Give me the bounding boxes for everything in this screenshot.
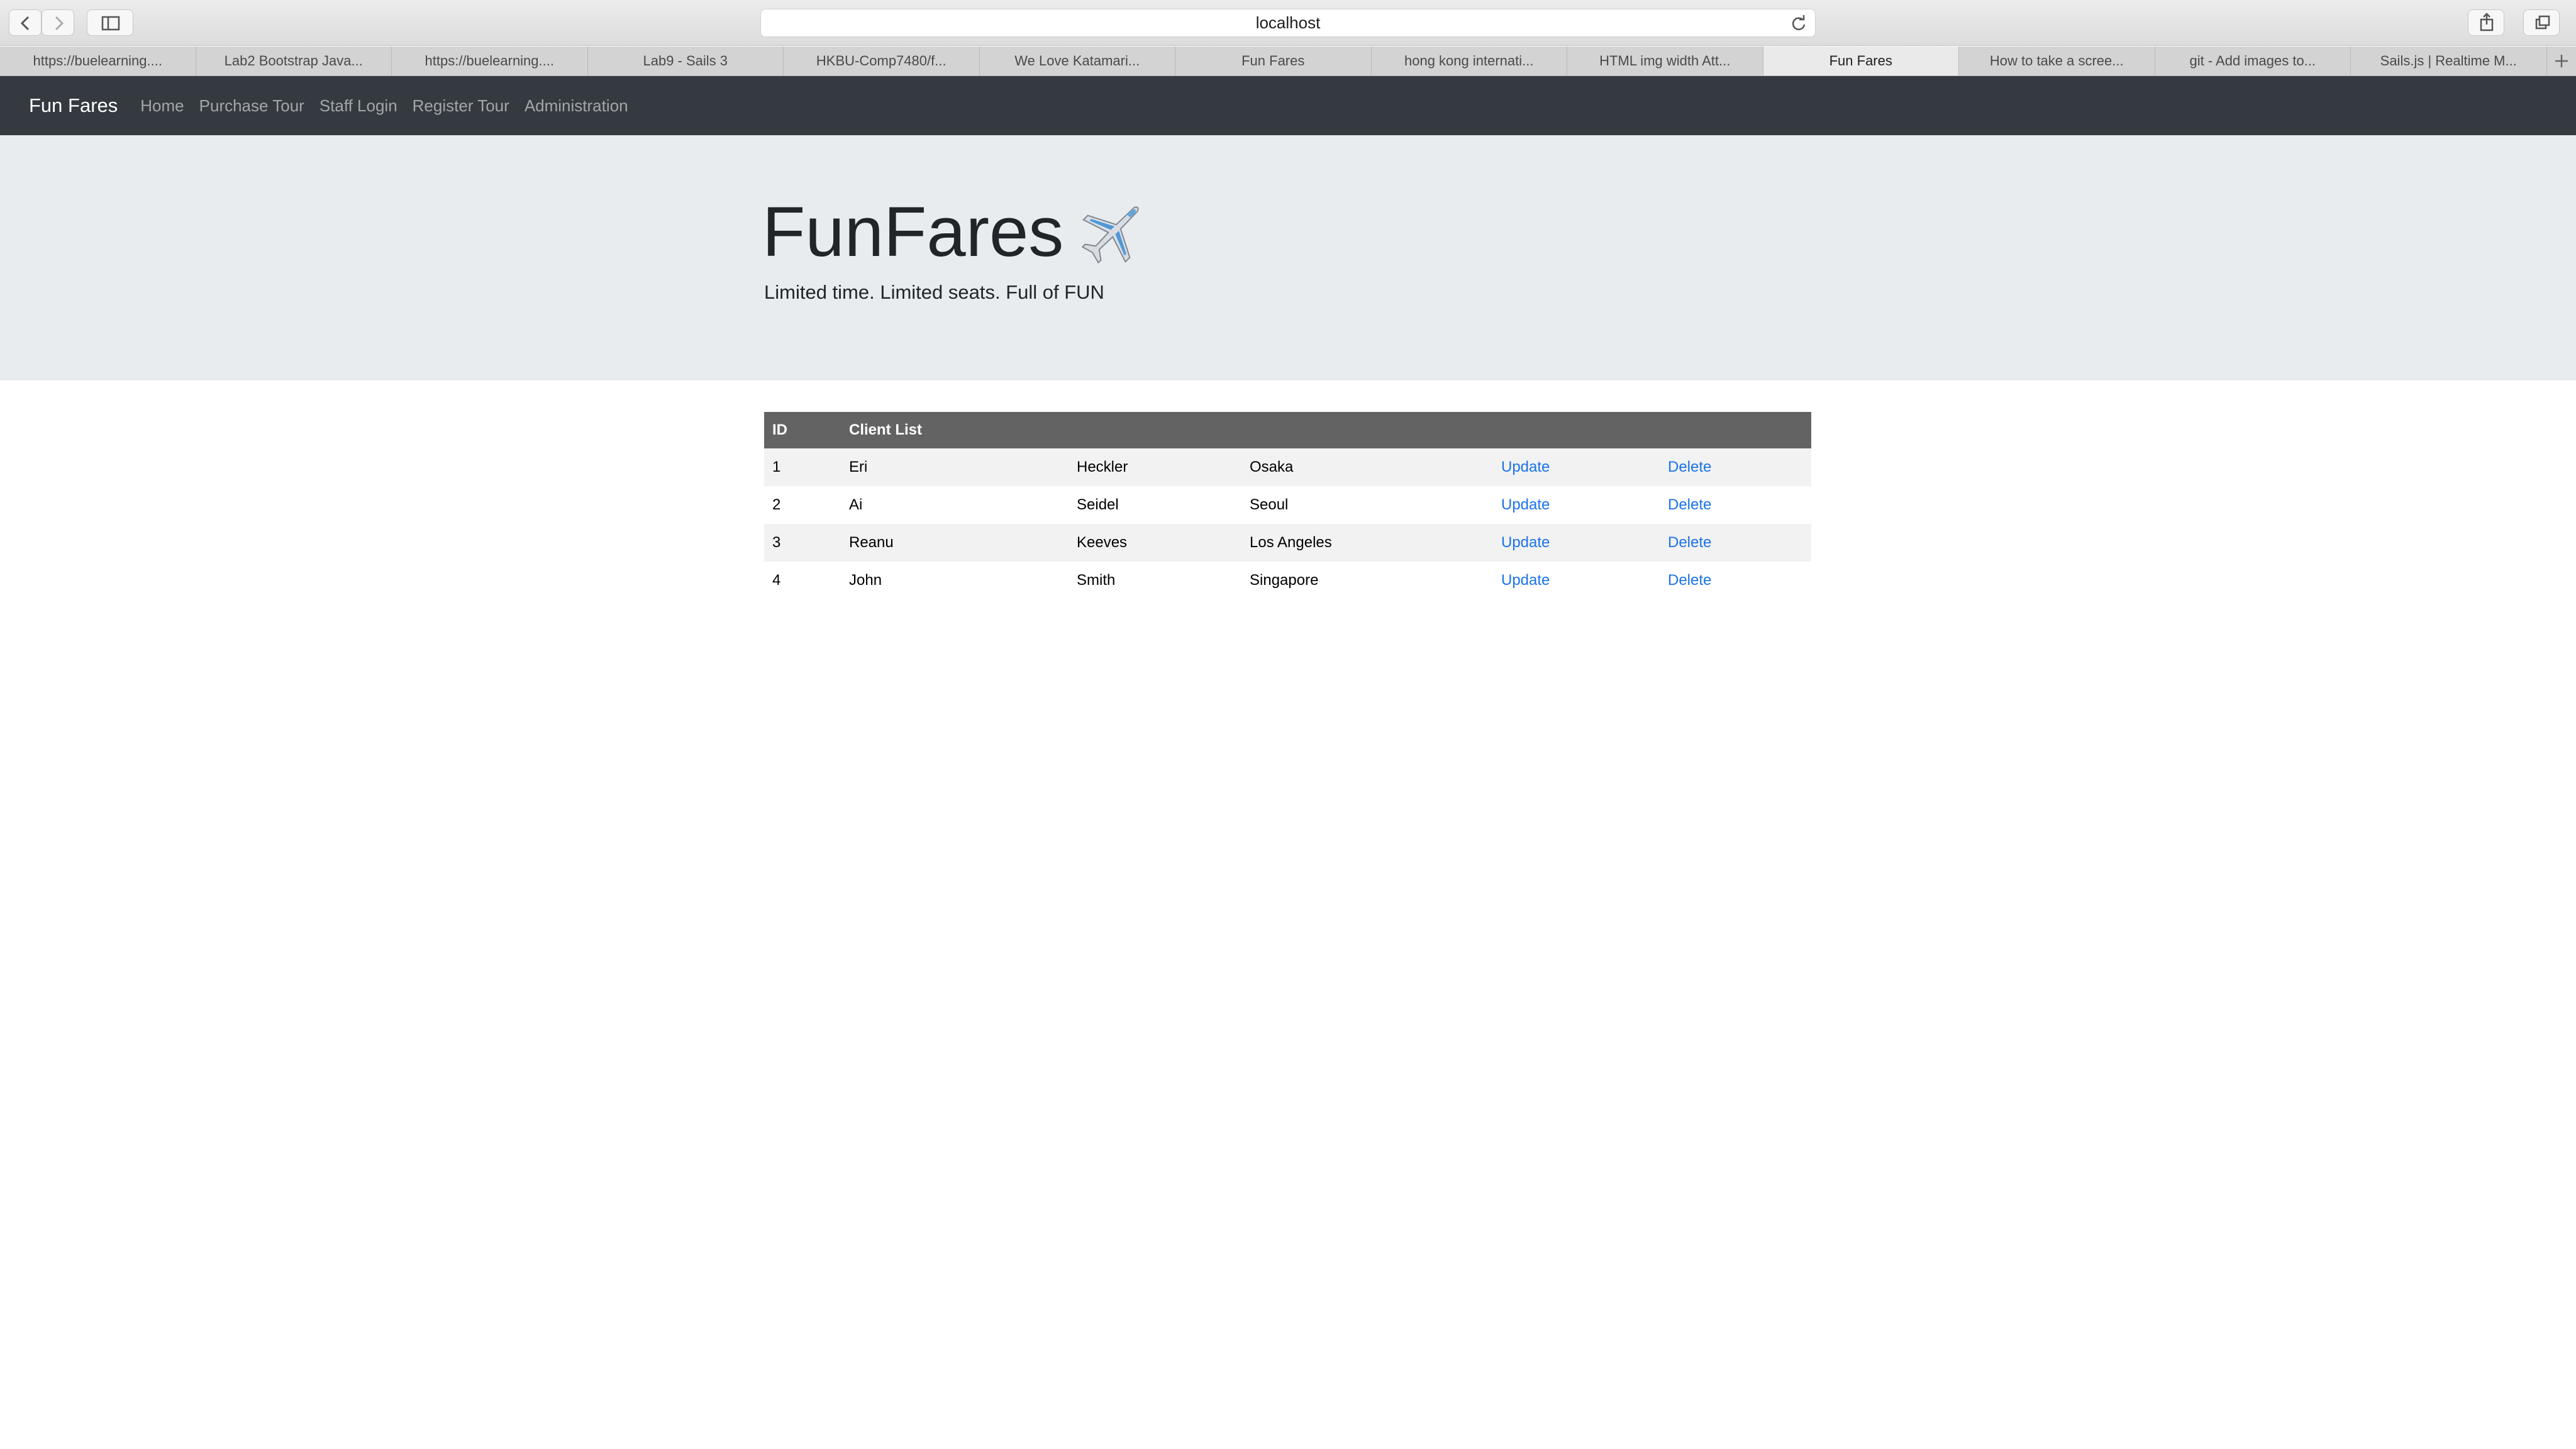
cell-last-name: Seidel	[1077, 496, 1119, 513]
new-tab-button[interactable]	[2547, 47, 2576, 75]
browser-tab[interactable]: Fun Fares	[1175, 47, 1372, 75]
cell-id: 3	[772, 534, 781, 551]
tab-label: We Love Katamari...	[1014, 53, 1140, 69]
cell-last-name: Heckler	[1077, 458, 1128, 475]
cell-city: Seoul	[1250, 496, 1289, 513]
table-row: 1 Eri Heckler Osaka Update Delete	[764, 448, 1811, 486]
table-row: 2 Ai Seidel Seoul Update Delete	[764, 486, 1811, 524]
cell-first-name: Reanu	[849, 534, 894, 551]
browser-tab[interactable]: We Love Katamari...	[980, 47, 1175, 75]
cell-last-name: Keeves	[1077, 534, 1128, 551]
hero-subtitle: Limited time. Limited seats. Full of FUN	[764, 281, 1104, 303]
delete-link[interactable]: Delete	[1668, 496, 1711, 513]
delete-link[interactable]: Delete	[1668, 572, 1711, 589]
nav-link-home[interactable]: Home	[140, 96, 184, 116]
hero-title: FunFares	[762, 192, 1064, 271]
cell-first-name: Ai	[849, 496, 863, 513]
tab-label: Fun Fares	[1241, 53, 1305, 69]
tabs-overview-button[interactable]	[2523, 9, 2560, 36]
browser-tab[interactable]: https://buelearning....	[392, 47, 588, 75]
nav-link-purchase-tour[interactable]: Purchase Tour	[199, 96, 304, 116]
tab-label: Sails.js | Realtime M...	[2380, 53, 2517, 69]
forward-icon	[55, 16, 64, 31]
cell-city: Singapore	[1250, 572, 1319, 589]
nav-link-administration[interactable]: Administration	[525, 96, 628, 116]
jumbotron: FunFares Limited time. Limited seats. Fu…	[0, 135, 2576, 380]
header-client-list: Client List	[841, 412, 1811, 448]
forward-button[interactable]	[42, 9, 74, 36]
hero-title-row: FunFares	[762, 195, 1150, 269]
browser-tab[interactable]: https://buelearning....	[0, 47, 196, 75]
url-text: localhost	[1255, 13, 1321, 32]
table-row: 4 John Smith Singapore Update Delete	[764, 562, 1811, 599]
reload-icon[interactable]	[1790, 14, 1807, 32]
tab-label: How to take a scree...	[1989, 53, 2124, 69]
tab-label: HKBU-Comp7480/f...	[816, 53, 947, 69]
site-navbar: Fun Fares Home Purchase Tour Staff Login…	[0, 76, 2576, 135]
back-icon	[20, 16, 30, 31]
share-button[interactable]	[2468, 9, 2504, 36]
browser-tab[interactable]: HKBU-Comp7480/f...	[784, 47, 980, 75]
airplane-icon	[1081, 206, 1139, 264]
tab-strip: https://buelearning.... Lab2 Bootstrap J…	[0, 47, 2576, 76]
delete-link[interactable]: Delete	[1668, 534, 1711, 551]
update-link[interactable]: Update	[1501, 572, 1550, 589]
browser-tab[interactable]: git - Add images to...	[2155, 47, 2351, 75]
cell-id: 1	[772, 458, 781, 475]
browser-tab[interactable]: Lab2 Bootstrap Java...	[196, 47, 392, 75]
client-table: ID Client List 1 Eri Heckler Osaka Updat…	[764, 412, 1811, 599]
tab-label: git - Add images to...	[2189, 53, 2316, 69]
table-header-row: ID Client List	[764, 412, 1811, 448]
cell-id: 4	[772, 572, 781, 589]
sidebar-icon	[101, 16, 120, 31]
tab-label: https://buelearning....	[425, 53, 554, 69]
cell-city: Los Angeles	[1250, 534, 1332, 551]
cell-first-name: Eri	[849, 458, 868, 475]
update-link[interactable]: Update	[1501, 458, 1550, 475]
tab-label: Fun Fares	[1829, 53, 1892, 69]
tab-label: HTML img width Att...	[1599, 53, 1731, 69]
tab-label: Lab9 - Sails 3	[643, 53, 728, 69]
tab-label: Lab2 Bootstrap Java...	[224, 53, 363, 69]
browser-toolbar: localhost	[0, 0, 2576, 46]
cell-last-name: Smith	[1077, 572, 1116, 589]
nav-link-register-tour[interactable]: Register Tour	[413, 96, 509, 116]
address-bar[interactable]: localhost	[760, 9, 1816, 37]
cell-id: 2	[772, 496, 781, 513]
share-icon	[2480, 13, 2494, 31]
header-id: ID	[764, 412, 841, 448]
update-link[interactable]: Update	[1501, 534, 1550, 551]
tab-label: https://buelearning....	[33, 53, 162, 69]
tabs-overview-icon	[2535, 15, 2550, 30]
browser-tab[interactable]: How to take a scree...	[1959, 47, 2155, 75]
sidebar-button[interactable]	[87, 9, 133, 36]
browser-tab[interactable]: Sails.js | Realtime M...	[2351, 47, 2547, 75]
back-button[interactable]	[9, 9, 42, 36]
browser-tab[interactable]: Lab9 - Sails 3	[588, 47, 784, 75]
browser-tab[interactable]: HTML img width Att...	[1567, 47, 1763, 75]
cell-city: Osaka	[1250, 458, 1294, 475]
navbar-brand[interactable]: Fun Fares	[29, 94, 118, 117]
cell-first-name: John	[849, 572, 882, 589]
table-row: 3 Reanu Keeves Los Angeles Update Delete	[764, 524, 1811, 562]
browser-tab-active[interactable]: Fun Fares	[1763, 47, 1959, 75]
browser-tab[interactable]: hong kong internati...	[1372, 47, 1567, 75]
delete-link[interactable]: Delete	[1668, 458, 1711, 475]
new-tab-icon	[2555, 55, 2568, 67]
tab-label: hong kong internati...	[1404, 53, 1534, 69]
nav-link-staff-login[interactable]: Staff Login	[319, 96, 397, 116]
update-link[interactable]: Update	[1501, 496, 1550, 513]
